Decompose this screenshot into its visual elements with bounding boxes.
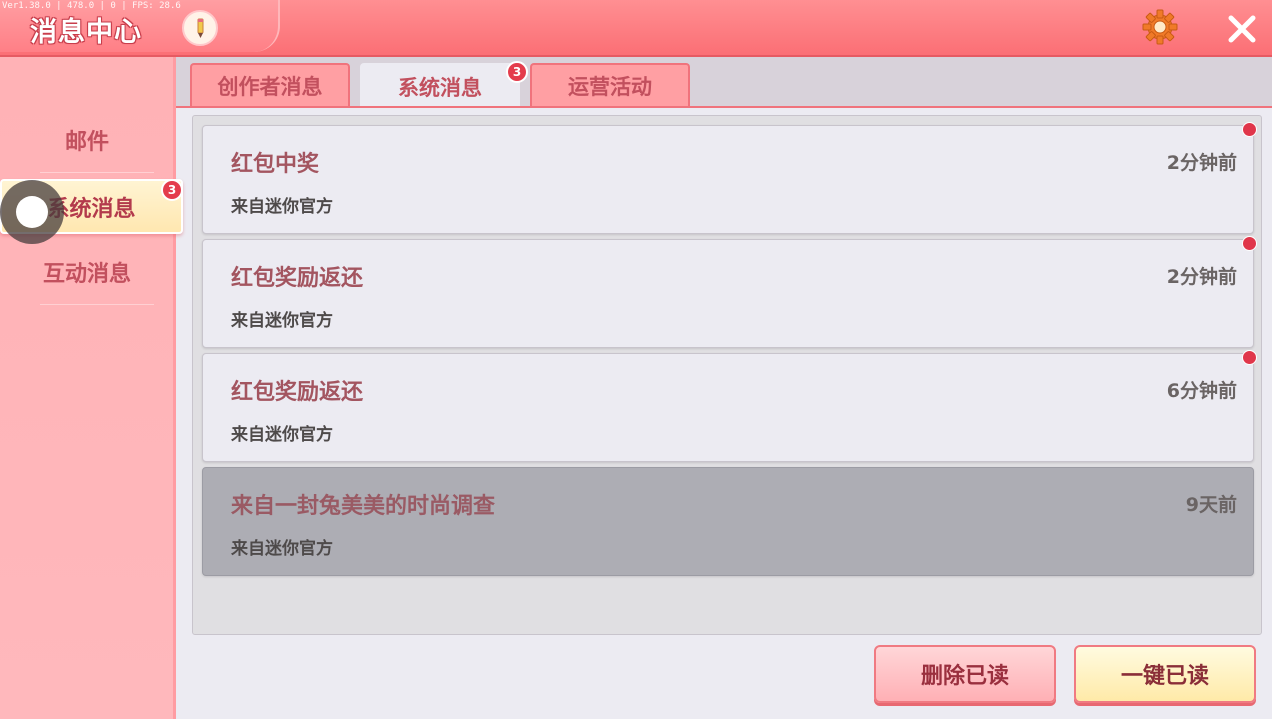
message-time: 2分钟前 (1166, 152, 1237, 174)
message-time: 6分钟前 (1166, 380, 1237, 402)
sidebar-item-label: 互动消息 (42, 262, 131, 287)
message-title: 红包奖励返还 (231, 380, 364, 405)
tab-label: 运营活动 (568, 75, 652, 99)
message-time: 2分钟前 (1166, 266, 1237, 288)
tab-label: 系统消息 (398, 76, 482, 100)
list-item[interactable]: 红包奖励返还 来自迷你官方 2分钟前 (202, 236, 1257, 348)
sidebar-item-label: 邮件 (64, 130, 109, 155)
message-sender: 来自迷你官方 (231, 425, 333, 445)
sidebar-item-mail[interactable]: 邮件 (12, 107, 162, 173)
tab-label: 创作者消息 (217, 75, 323, 99)
sidebar: 邮件 系统消息 3 互动消息 (0, 57, 183, 719)
pencil-icon[interactable] (182, 10, 218, 46)
message-sender: 来自迷你官方 (231, 197, 333, 217)
list-item[interactable]: 红包奖励返还 来自迷你官方 6分钟前 (202, 350, 1257, 462)
tab-bar: 创作者消息 系统消息 3 运营活动 (176, 57, 1272, 109)
message-sender: 来自迷你官方 (231, 539, 333, 559)
mark-all-read-button[interactable]: 一键已读 (1074, 645, 1256, 703)
message-title: 红包中奖 (231, 152, 320, 177)
unread-count-badge: 3 (506, 61, 528, 83)
message-list[interactable]: 红包中奖 来自迷你官方 2分钟前 红包奖励返还 来自迷你官方 2分钟前 红包奖励… (192, 115, 1262, 635)
list-item[interactable]: 红包中奖 来自迷你官方 2分钟前 (202, 122, 1257, 234)
tab-system-messages[interactable]: 系统消息 3 (360, 61, 528, 109)
close-icon[interactable] (1225, 12, 1259, 46)
touch-indicator (0, 180, 64, 244)
delete-read-button[interactable]: 删除已读 (874, 645, 1056, 703)
message-sender: 来自迷你官方 (231, 311, 333, 331)
message-title: 红包奖励返还 (231, 266, 364, 291)
tab-underline (176, 106, 1272, 108)
gear-icon[interactable] (1140, 7, 1180, 47)
unread-count-badge: 3 (161, 179, 183, 201)
unread-dot-icon (1242, 122, 1257, 137)
divider (40, 172, 154, 173)
tab-operation-events[interactable]: 运营活动 (530, 63, 690, 107)
list-item[interactable]: 来自一封兔美美的时尚调查 来自迷你官方 9天前 (202, 467, 1254, 576)
touch-dot (16, 196, 48, 228)
divider (40, 304, 154, 305)
header-bar: Ver1.38.0 | 478.0 | 0 | FPS: 28.6 消息中心 (0, 0, 1272, 57)
title-plate: Ver1.38.0 | 478.0 | 0 | FPS: 28.6 消息中心 (0, 0, 280, 52)
unread-dot-icon (1242, 350, 1257, 365)
message-title: 来自一封兔美美的时尚调查 (231, 494, 496, 519)
message-time: 9天前 (1185, 494, 1237, 516)
unread-dot-icon (1242, 236, 1257, 251)
page-title: 消息中心 (30, 17, 142, 48)
sidebar-item-interaction[interactable]: 互动消息 (12, 239, 162, 305)
tab-creator-messages[interactable]: 创作者消息 (190, 63, 350, 107)
